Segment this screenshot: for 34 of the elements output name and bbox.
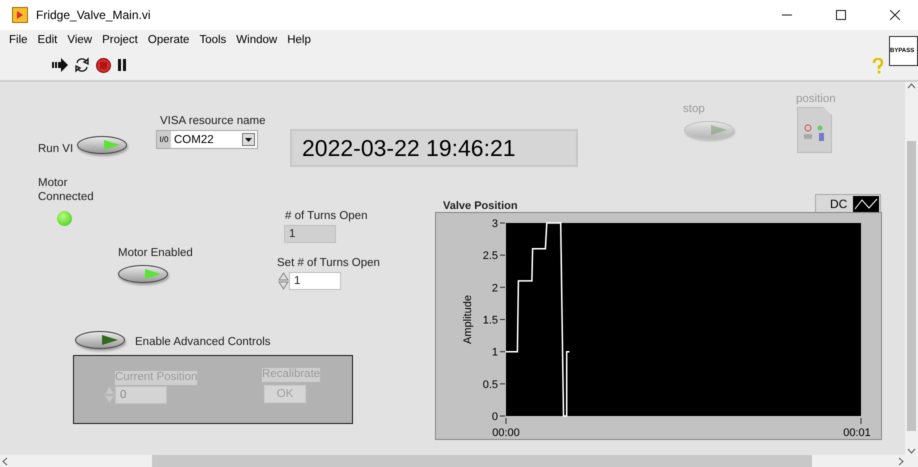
menu-item[interactable]: View xyxy=(62,34,98,46)
window-title: Fridge_Valve_Main.vi xyxy=(36,8,152,22)
y-tick-label: 3 xyxy=(492,218,498,230)
menu-item[interactable]: File xyxy=(4,34,33,46)
y-tick-label: 1.5 xyxy=(482,314,498,326)
x-tick-label: 00:01 xyxy=(843,427,871,439)
position-label: position xyxy=(796,93,836,107)
y-axis-label: Amplitude xyxy=(462,295,474,344)
y-tick-label: 2.5 xyxy=(482,250,498,262)
motor-enabled-label: Motor Enabled xyxy=(118,247,193,261)
visa-label: VISA resource name xyxy=(160,115,266,129)
y-tick-label: 0 xyxy=(492,411,498,423)
y-tick-label: 0.5 xyxy=(482,378,498,391)
menu-item[interactable]: Edit xyxy=(32,34,62,46)
stop-label: stop xyxy=(683,103,705,117)
menu-item[interactable]: Help xyxy=(282,34,316,46)
menu-item[interactable]: Window xyxy=(231,34,282,46)
motor-connected-label: Motor Connected xyxy=(38,177,94,205)
menu-item[interactable]: Tools xyxy=(194,34,232,46)
menu-item[interactable]: Project xyxy=(97,34,143,46)
visa-dropdown[interactable]: I/0 COM22 xyxy=(156,130,258,149)
advanced-controls-label: Enable Advanced Controls xyxy=(135,336,271,350)
timestamp-display: 2022-03-22 19:46:21 xyxy=(290,129,578,167)
dc-button[interactable]: DC xyxy=(815,194,881,214)
y-tick-label: 1 xyxy=(492,346,498,359)
turns-open-indicator: 1 xyxy=(284,225,336,243)
chart-title: Valve Position xyxy=(443,200,518,214)
set-turns-label: Set # of Turns Open xyxy=(277,257,380,271)
menu-item[interactable]: Operate xyxy=(142,34,194,46)
set-turns-field[interactable]: 1 xyxy=(289,272,341,290)
y-tick-label: 2 xyxy=(492,282,498,294)
run-vi-label: Run VI xyxy=(38,143,74,157)
turns-open-label: # of Turns Open xyxy=(285,210,368,224)
x-tick-label: 00:00 xyxy=(492,427,520,439)
